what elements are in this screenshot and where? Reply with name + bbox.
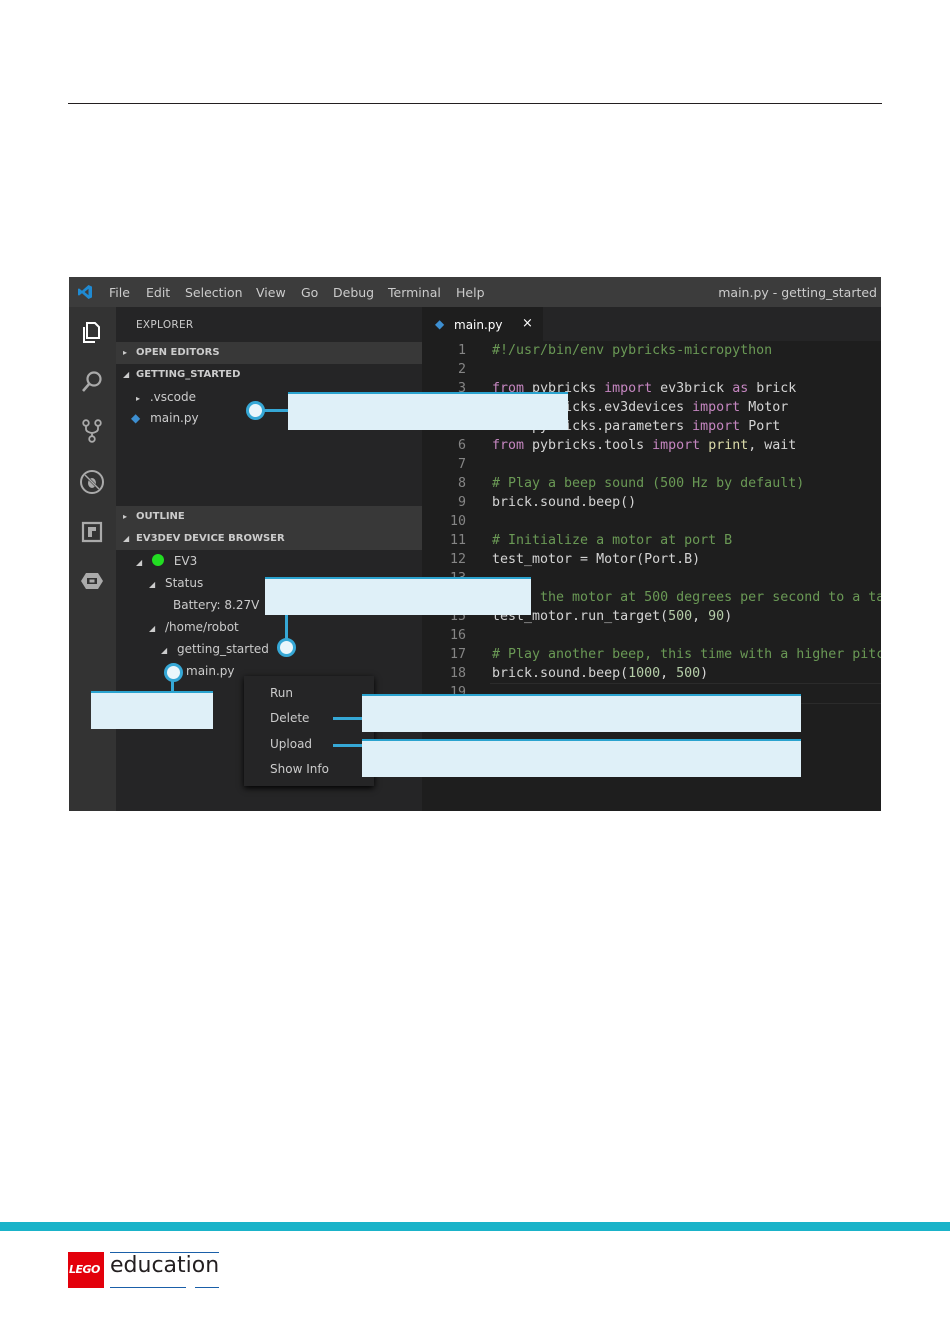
device-status[interactable]: ◢ Status bbox=[149, 576, 203, 590]
callout-connector bbox=[333, 717, 363, 720]
callout-marker bbox=[164, 663, 183, 682]
device-home-folder[interactable]: ◢ /home/robot bbox=[149, 620, 239, 634]
menu-item-delete[interactable]: Delete bbox=[270, 711, 309, 725]
menu-terminal[interactable]: Terminal bbox=[388, 285, 441, 300]
python-file-icon: ◆ bbox=[131, 411, 141, 425]
code-line-14: # Run the motor at 500 degrees per secon… bbox=[492, 590, 881, 605]
editor-tab-bar: ◆ main.py × bbox=[422, 307, 881, 341]
menu-view[interactable]: View bbox=[256, 285, 286, 300]
activity-bar bbox=[69, 307, 116, 811]
callout-connector bbox=[285, 615, 288, 639]
menu-help[interactable]: Help bbox=[456, 285, 485, 300]
callout-connector bbox=[264, 409, 288, 412]
menu-go[interactable]: Go bbox=[301, 285, 318, 300]
code-line-11: # Initialize a motor at port B bbox=[492, 533, 733, 548]
menu-edit[interactable]: Edit bbox=[146, 285, 170, 300]
chevron-right-icon: ▸ bbox=[123, 512, 128, 521]
line-number: 16 bbox=[449, 628, 466, 643]
line-number: 1 bbox=[457, 343, 466, 358]
python-file-icon: ◆ bbox=[435, 317, 445, 331]
line-number: 17 bbox=[449, 647, 466, 662]
outline-header[interactable]: ▸ OUTLINE bbox=[116, 506, 422, 528]
menu-item-upload[interactable]: Upload bbox=[270, 737, 312, 751]
line-number: 18 bbox=[449, 666, 466, 681]
tree-item-vscode-folder[interactable]: ▸ .vscode bbox=[136, 390, 196, 404]
line-number: 10 bbox=[449, 514, 466, 529]
header-rule bbox=[68, 103, 882, 104]
code-line-1: #!/usr/bin/env pybricks-micropython bbox=[492, 343, 773, 358]
open-editors-header[interactable]: ▸ OPEN EDITORS bbox=[116, 342, 422, 364]
chevron-down-icon: ◢ bbox=[149, 580, 156, 589]
tree-item-main-py[interactable]: ◆ main.py bbox=[131, 411, 199, 425]
callout-marker bbox=[246, 401, 265, 420]
code-line-18: brick.sound.beep(1000, 500) bbox=[492, 666, 709, 681]
line-number: 9 bbox=[457, 495, 466, 510]
device-browser-header[interactable]: ◢ EV3DEV DEVICE BROWSER bbox=[116, 528, 422, 550]
line-number: 8 bbox=[457, 476, 466, 491]
device-ev3[interactable]: ◢ EV3 bbox=[136, 554, 197, 568]
line-number: 7 bbox=[457, 457, 466, 472]
line-number: 6 bbox=[457, 438, 466, 453]
menu-item-show-info[interactable]: Show Info bbox=[270, 762, 329, 776]
chevron-down-icon: ◢ bbox=[149, 624, 156, 633]
context-menu: Run Delete Upload Show Info bbox=[244, 676, 374, 786]
explorer-icon[interactable] bbox=[78, 318, 106, 346]
code-line-9: brick.sound.beep() bbox=[492, 495, 637, 510]
callout-marker bbox=[277, 638, 296, 657]
vscode-logo-icon bbox=[78, 285, 92, 299]
wordmark-rule-top bbox=[110, 1252, 219, 1253]
footer-band bbox=[0, 1222, 950, 1231]
code-line-17: # Play another beep, this time with a hi… bbox=[492, 647, 881, 662]
chevron-right-icon: ▸ bbox=[136, 394, 141, 403]
callout-box-device-file bbox=[91, 691, 213, 729]
menu-bar: File Edit Selection View Go Debug Termin… bbox=[69, 277, 881, 307]
callout-connector bbox=[333, 744, 363, 747]
debug-icon[interactable] bbox=[78, 468, 106, 496]
device-battery: Battery: 8.27V bbox=[173, 598, 260, 612]
chevron-right-icon: ▸ bbox=[123, 348, 128, 357]
chevron-down-icon: ◢ bbox=[123, 534, 130, 543]
callout-box-upload bbox=[362, 739, 801, 777]
ev3-icon[interactable] bbox=[78, 567, 106, 595]
menu-item-run[interactable]: Run bbox=[270, 686, 293, 700]
explorer-title: EXPLORER bbox=[136, 319, 194, 331]
callout-box-delete bbox=[362, 694, 801, 732]
wordmark-rule-bottom-right bbox=[195, 1287, 219, 1288]
line-number: 2 bbox=[457, 362, 466, 377]
chevron-down-icon: ◢ bbox=[123, 370, 130, 379]
line-number: 12 bbox=[449, 552, 466, 567]
menu-file[interactable]: File bbox=[109, 285, 130, 300]
search-icon[interactable] bbox=[78, 368, 106, 396]
education-wordmark: education bbox=[110, 1253, 220, 1278]
device-file-main-py[interactable]: main.py bbox=[186, 664, 235, 678]
code-line-6: from pybricks.tools import print, wait bbox=[492, 438, 797, 453]
chevron-down-icon: ◢ bbox=[136, 558, 143, 567]
connected-status-icon bbox=[151, 554, 164, 566]
callout-box-getting-started bbox=[265, 577, 531, 615]
line-number: 11 bbox=[449, 533, 466, 548]
wordmark-rule-bottom-left bbox=[110, 1287, 186, 1288]
close-icon[interactable]: × bbox=[522, 316, 533, 331]
window-title: main.py - getting_started bbox=[718, 285, 877, 300]
extensions-icon[interactable] bbox=[78, 518, 106, 546]
source-control-icon[interactable] bbox=[78, 417, 106, 445]
chevron-down-icon: ◢ bbox=[161, 646, 168, 655]
menu-debug[interactable]: Debug bbox=[333, 285, 374, 300]
code-line-8: # Play a beep sound (500 Hz by default) bbox=[492, 476, 805, 491]
code-line-12: test_motor = Motor(Port.B) bbox=[492, 552, 701, 567]
menu-selection[interactable]: Selection bbox=[185, 285, 243, 300]
tab-main-py[interactable]: ◆ main.py × bbox=[422, 307, 543, 341]
callout-box-main-py bbox=[288, 392, 568, 430]
lego-logo: LEGO bbox=[68, 1252, 104, 1288]
device-project-folder[interactable]: ◢ getting_started bbox=[161, 642, 269, 656]
folder-header[interactable]: ◢ GETTING_STARTED bbox=[116, 364, 422, 386]
